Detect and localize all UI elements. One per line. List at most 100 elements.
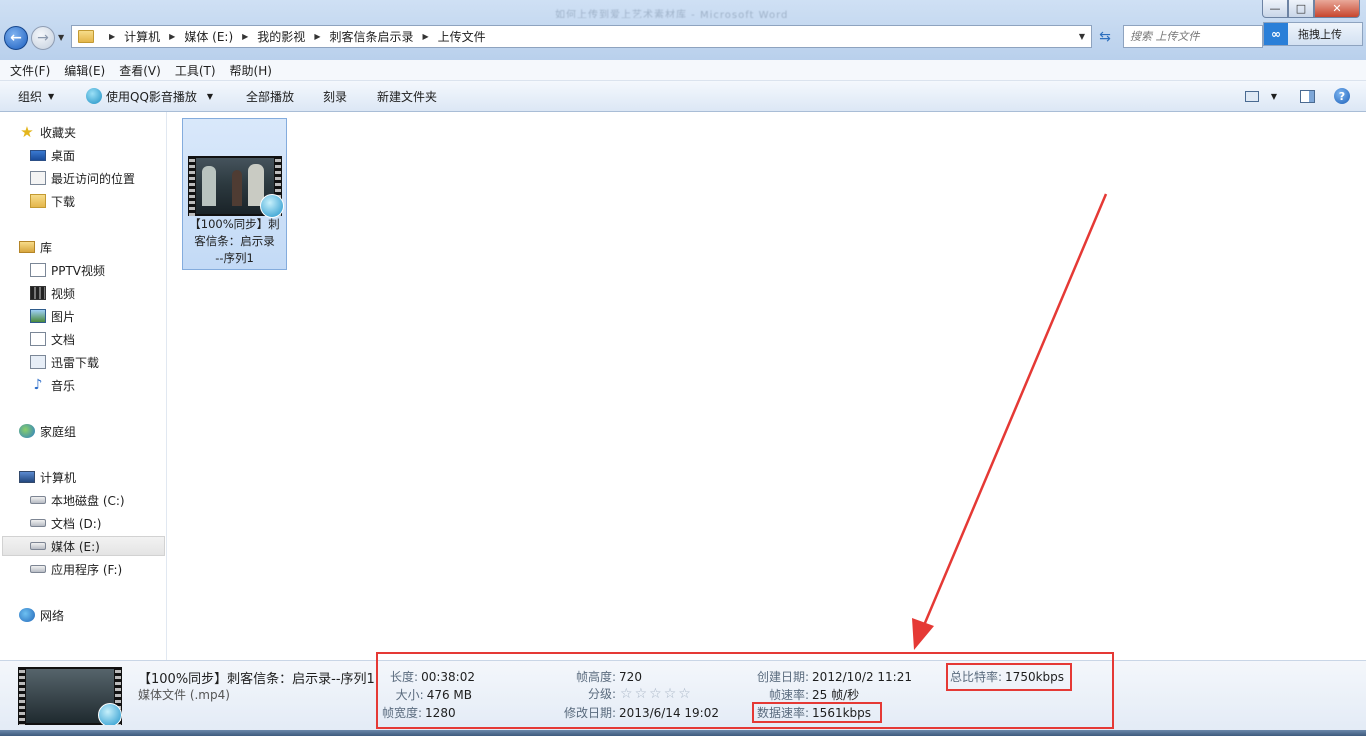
navigation-pane: ★ 收藏夹 桌面 最近访问的位置 下载 库 PPTV视频 视频 图片 文档 迅雷下… <box>0 112 167 660</box>
nav-thunder-downloads[interactable]: 迅雷下载 <box>30 352 99 372</box>
qq-player-icon <box>86 88 102 104</box>
nav-homegroup[interactable]: 家庭组 <box>19 421 76 441</box>
nav-homegroup-label: 家庭组 <box>40 424 77 439</box>
nav-documents[interactable]: 文档 <box>30 329 75 349</box>
window-title: 如何上传到爱上艺术素材库 - Microsoft Word <box>555 10 789 18</box>
menu-edit[interactable]: 编辑(E) <box>64 62 105 79</box>
chevron-right-icon[interactable]: ▶ <box>109 32 115 41</box>
nav-recent-places[interactable]: 最近访问的位置 <box>30 168 135 188</box>
pictures-library-icon <box>30 309 46 323</box>
organize-button[interactable]: 组织 ▼ <box>18 81 54 111</box>
back-button[interactable]: ← <box>4 26 28 50</box>
play-all-button[interactable]: 全部播放 <box>246 81 294 111</box>
nav-drive-d[interactable]: 文档 (D:) <box>30 513 101 533</box>
refresh-button[interactable]: ⇆ <box>1093 26 1117 47</box>
star-icon: ☆ <box>620 686 633 702</box>
nav-music-label: 音乐 <box>51 378 76 393</box>
address-bar[interactable]: ▶ 计算机 ▶ 媒体 (E:) ▶ 我的影视 ▶ 刺客信条启示录 ▶ 上传文件 … <box>71 25 1092 48</box>
search-input[interactable] <box>1124 26 1262 47</box>
chevron-down-icon: ▼ <box>206 91 214 101</box>
prop-modified-date: 修改日期: 2013/6/14 19:02 <box>564 706 719 720</box>
prop-data-rate: 数据速率: 1561kbps <box>757 706 872 720</box>
file-list: 【100%同步】刺 客信条：启示录 --序列1 <box>167 112 1366 660</box>
minimize-button[interactable]: — <box>1262 0 1288 18</box>
taskbar-strip <box>0 730 1366 736</box>
nav-desktop[interactable]: 桌面 <box>30 145 75 165</box>
forward-arrow-icon: → <box>37 30 49 46</box>
play-with-qq-button[interactable]: 使用QQ影音播放 ▼ <box>86 81 213 111</box>
menu-view[interactable]: 查看(V) <box>119 62 161 79</box>
details-file-title: 【100%同步】刺客信条：启示录--序列1 <box>138 672 375 687</box>
file-item-video[interactable]: 【100%同步】刺 客信条：启示录 --序列1 <box>182 118 287 270</box>
preview-pane-button[interactable] <box>1297 87 1317 105</box>
search-box[interactable] <box>1123 25 1263 48</box>
file-name-line: 【100%同步】刺 <box>189 217 280 231</box>
nav-drive-c[interactable]: 本地磁盘 (C:) <box>30 490 125 510</box>
details-file-type: 媒体文件 (.mp4) <box>138 688 230 702</box>
file-name-line: --序列1 <box>215 251 254 265</box>
nav-downloads[interactable]: 下载 <box>30 191 75 211</box>
change-view-button[interactable] <box>1242 87 1262 105</box>
breadcrumb-item-my-videos[interactable]: 我的影视 <box>257 28 305 45</box>
file-name-line: 客信条：启示录 <box>194 234 275 248</box>
nav-music[interactable]: ♪ 音乐 <box>30 375 75 395</box>
recent-pages-dropdown[interactable]: ▼ <box>58 33 64 42</box>
address-dropdown-icon[interactable]: ▼ <box>1079 32 1085 41</box>
nav-pictures[interactable]: 图片 <box>30 306 75 326</box>
star-icon: ☆ <box>678 686 691 702</box>
refresh-icon: ⇆ <box>1099 28 1111 45</box>
breadcrumb-item-media-drive[interactable]: 媒体 (E:) <box>184 28 233 45</box>
nav-drive-e-label: 媒体 (E:) <box>51 539 100 554</box>
nav-drive-e[interactable]: 媒体 (E:) <box>2 536 165 556</box>
star-icon: ☆ <box>663 686 677 702</box>
breadcrumb-item-upload-files[interactable]: 上传文件 <box>438 28 486 45</box>
nav-drive-f-label: 应用程序 (F:) <box>51 562 123 577</box>
nav-network[interactable]: 网络 <box>19 605 64 625</box>
downloads-folder-icon <box>30 194 46 208</box>
prop-size: 大小: 476 MB <box>395 688 472 702</box>
menu-file[interactable]: 文件(F) <box>10 62 50 79</box>
star-icon: ☆ <box>634 686 648 702</box>
burn-button[interactable]: 刻录 <box>323 81 347 111</box>
rating-stars[interactable]: ☆ ☆ ☆ ☆ ☆ <box>620 686 693 702</box>
nav-recent-label: 最近访问的位置 <box>51 171 136 186</box>
nav-videos[interactable]: 视频 <box>30 283 75 303</box>
prop-total-bitrate: 总比特率: 1750kbps <box>950 670 1065 684</box>
file-name: 【100%同步】刺 客信条：启示录 --序列1 <box>185 216 284 267</box>
hard-drive-icon <box>30 565 46 573</box>
breadcrumb-item-assassins-creed[interactable]: 刺客信条启示录 <box>329 28 413 45</box>
maximize-button[interactable]: □ <box>1288 0 1314 18</box>
hard-drive-icon <box>30 519 46 527</box>
title-address-bar: 如何上传到爱上艺术素材库 - Microsoft Word — □ ✕ ← → … <box>0 0 1366 60</box>
folder-icon <box>78 30 94 43</box>
menu-help[interactable]: 帮助(H) <box>230 62 272 79</box>
nav-pptv-video[interactable]: PPTV视频 <box>30 260 105 280</box>
nav-videos-label: 视频 <box>51 286 76 301</box>
forward-button[interactable]: → <box>31 26 55 50</box>
library-icon <box>19 241 35 253</box>
help-button[interactable]: ? <box>1332 87 1352 105</box>
hard-drive-icon <box>30 542 46 550</box>
video-library-icon <box>30 286 46 300</box>
back-arrow-icon: ← <box>10 30 22 46</box>
breadcrumb-item-computer[interactable]: 计算机 <box>124 28 160 45</box>
view-dropdown[interactable]: ▼ <box>1264 87 1284 105</box>
computer-icon <box>19 471 35 483</box>
nav-favorites[interactable]: ★ 收藏夹 <box>19 122 76 142</box>
details-pane: 【100%同步】刺客信条：启示录--序列1 媒体文件 (.mp4) 长度: 00:… <box>0 660 1366 731</box>
prop-length: 长度: 00:38:02 <box>390 670 475 684</box>
drag-upload-button[interactable]: ∞ 拖拽上传 <box>1263 22 1363 46</box>
organize-label: 组织 <box>18 89 43 104</box>
nav-drive-f[interactable]: 应用程序 (F:) <box>30 559 122 579</box>
prop-created-date: 创建日期: 2012/10/2 11:21 <box>757 670 912 684</box>
nav-computer[interactable]: 计算机 <box>19 467 76 487</box>
chevron-right-icon[interactable]: ▶ <box>242 32 248 41</box>
close-button[interactable]: ✕ <box>1314 0 1360 18</box>
new-folder-button[interactable]: 新建文件夹 <box>377 81 437 111</box>
menu-tools[interactable]: 工具(T) <box>175 62 216 79</box>
chevron-right-icon[interactable]: ▶ <box>422 32 428 41</box>
chevron-right-icon[interactable]: ▶ <box>314 32 320 41</box>
nav-libraries[interactable]: 库 <box>19 237 52 257</box>
chevron-right-icon[interactable]: ▶ <box>169 32 175 41</box>
nav-desktop-label: 桌面 <box>51 148 76 163</box>
